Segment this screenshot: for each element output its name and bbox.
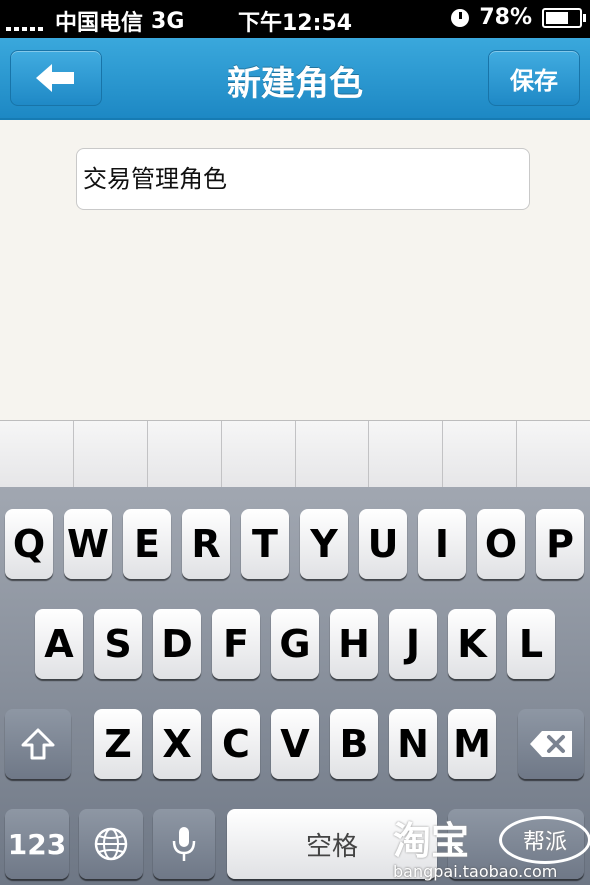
key-m[interactable]: M	[448, 709, 496, 779]
shift-key[interactable]	[5, 709, 71, 779]
key-w[interactable]: W	[64, 509, 112, 579]
battery-percent: 78%	[479, 5, 532, 30]
key-y[interactable]: Y	[300, 509, 348, 579]
key-u[interactable]: U	[359, 509, 407, 579]
backspace-icon	[530, 731, 572, 757]
ime-candidate-bar	[0, 420, 590, 488]
key-c[interactable]: C	[212, 709, 260, 779]
navigation-bar: 新建角色 保存	[0, 38, 590, 120]
key-b[interactable]: B	[330, 709, 378, 779]
delete-key[interactable]	[518, 709, 584, 779]
microphone-icon	[172, 827, 196, 861]
key-r[interactable]: R	[182, 509, 230, 579]
status-right: 78%	[451, 5, 586, 30]
space-key[interactable]: 空格	[227, 809, 437, 879]
save-button[interactable]: 保存	[488, 50, 580, 106]
candidate-slot[interactable]	[222, 421, 296, 487]
shift-arrow-icon	[21, 728, 55, 760]
key-d[interactable]: D	[153, 609, 201, 679]
candidate-slot[interactable]	[517, 421, 590, 487]
key-h[interactable]: H	[330, 609, 378, 679]
numbers-key[interactable]: 123	[5, 809, 69, 879]
key-o[interactable]: O	[477, 509, 525, 579]
return-key[interactable]	[448, 809, 584, 879]
key-p[interactable]: P	[536, 509, 584, 579]
key-k[interactable]: K	[448, 609, 496, 679]
key-f[interactable]: F	[212, 609, 260, 679]
key-a[interactable]: A	[35, 609, 83, 679]
key-v[interactable]: V	[271, 709, 319, 779]
key-j[interactable]: J	[389, 609, 437, 679]
globe-key[interactable]	[79, 809, 143, 879]
alarm-clock-icon	[451, 8, 470, 27]
key-z[interactable]: Z	[94, 709, 142, 779]
key-s[interactable]: S	[94, 609, 142, 679]
candidate-slot[interactable]	[443, 421, 518, 487]
globe-icon	[94, 827, 128, 861]
key-n[interactable]: N	[389, 709, 437, 779]
key-e[interactable]: E	[123, 509, 171, 579]
key-i[interactable]: I	[418, 509, 466, 579]
dictation-key[interactable]	[153, 809, 215, 879]
key-l[interactable]: L	[507, 609, 555, 679]
candidate-slot[interactable]	[74, 421, 148, 487]
candidate-slot[interactable]	[369, 421, 444, 487]
battery-icon	[542, 7, 586, 28]
key-q[interactable]: Q	[5, 509, 53, 579]
key-t[interactable]: T	[241, 509, 289, 579]
role-name-input[interactable]: 交易管理角色	[76, 148, 530, 210]
key-g[interactable]: G	[271, 609, 319, 679]
candidate-slot[interactable]	[296, 421, 370, 487]
status-bar: 中国电信 3G 下午12:54 78%	[0, 0, 590, 38]
candidate-slot[interactable]	[148, 421, 222, 487]
key-x[interactable]: X	[153, 709, 201, 779]
keyboard: Q W E R T Y U I O P A S D F G H J K L Z …	[0, 487, 590, 885]
candidate-slot[interactable]	[0, 421, 74, 487]
